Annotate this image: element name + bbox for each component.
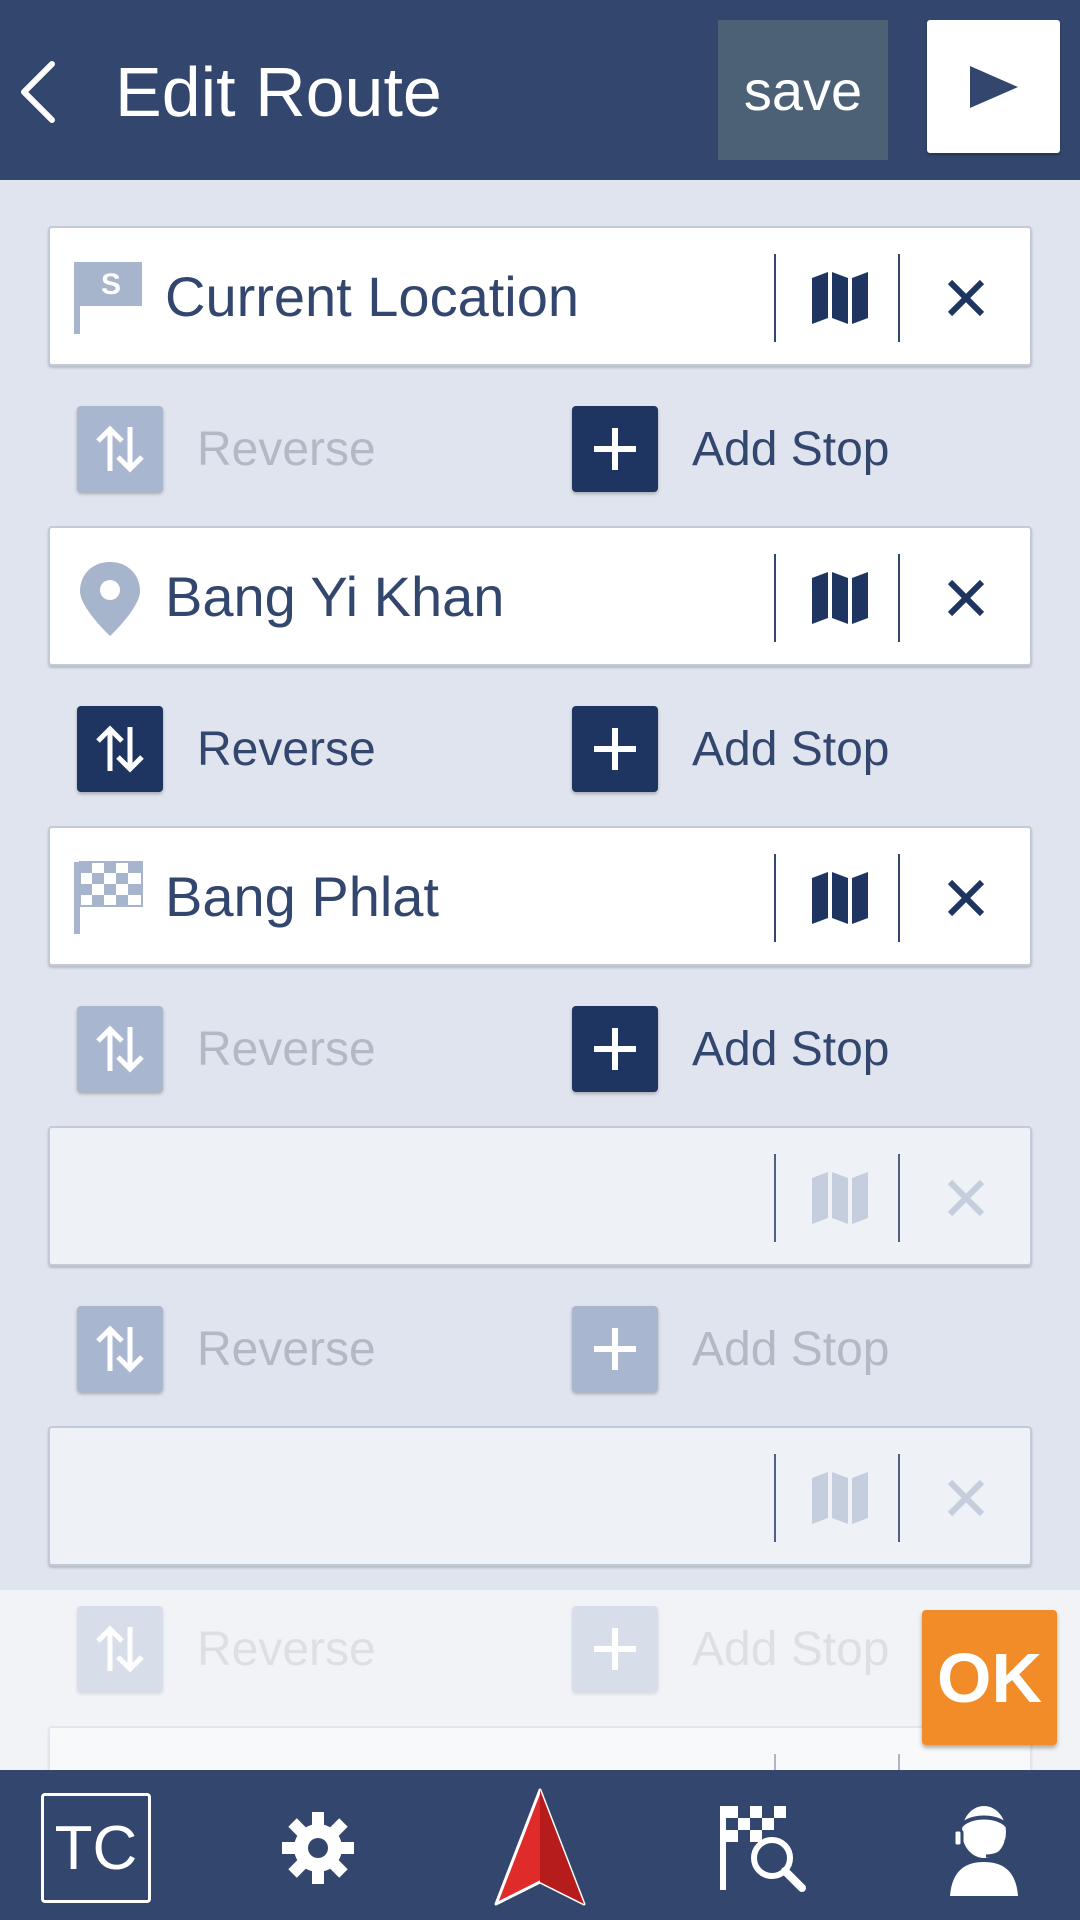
divider — [898, 254, 900, 342]
checkered-flag-icon — [74, 861, 143, 934]
close-icon[interactable] — [938, 1170, 994, 1226]
support-agent-icon — [950, 1806, 1018, 1896]
plus-icon — [594, 728, 636, 770]
divider — [774, 254, 776, 342]
reverse-button[interactable]: Reverse — [77, 1006, 376, 1092]
save-button[interactable]: save — [718, 20, 888, 160]
add-stop-label: Add Stop — [692, 1322, 890, 1376]
reverse-label: Reverse — [197, 1622, 376, 1676]
reverse-label: Reverse — [197, 422, 376, 476]
empty-stop-row[interactable] — [48, 1126, 1032, 1266]
add-stop-label: Add Stop — [692, 722, 890, 776]
stop-name: Current Location — [165, 265, 580, 328]
add-stop-label: Add Stop — [692, 422, 890, 476]
route-search-icon — [720, 1806, 806, 1892]
stop-name: Bang Yi Khan — [165, 565, 505, 628]
ok-button[interactable]: OK — [922, 1610, 1057, 1745]
add-stop-label: Add Stop — [692, 1022, 890, 1076]
empty-stop-row[interactable] — [48, 1726, 1032, 1770]
divider — [898, 1754, 900, 1770]
page-title: Edit Route — [115, 53, 442, 131]
add-stop-button[interactable]: Add Stop — [572, 406, 889, 492]
stop-name: Bang Phlat — [165, 865, 439, 928]
swap-vertical-icon — [96, 425, 144, 473]
tc-button[interactable]: TC — [36, 1788, 156, 1908]
close-icon[interactable] — [938, 870, 994, 926]
route-stop-row[interactable]: S Current Location — [48, 226, 1032, 366]
add-stop-button[interactable]: Add Stop — [572, 1606, 889, 1692]
divider — [898, 554, 900, 642]
settings-button[interactable] — [258, 1788, 378, 1908]
add-stop-button[interactable]: Add Stop — [572, 706, 889, 792]
plus-icon — [594, 428, 636, 470]
reverse-button[interactable]: Reverse — [77, 406, 376, 492]
add-stop-button[interactable]: Add Stop — [572, 1306, 889, 1392]
divider — [774, 1154, 776, 1242]
tc-icon: TC — [41, 1793, 151, 1903]
map-icon[interactable] — [810, 268, 870, 328]
swap-vertical-icon — [96, 1325, 144, 1373]
map-icon[interactable] — [810, 868, 870, 928]
swap-vertical-icon — [96, 725, 144, 773]
location-pin-icon — [80, 562, 140, 636]
reverse-button[interactable]: Reverse — [77, 706, 376, 792]
swap-vertical-icon — [96, 1025, 144, 1073]
map-icon[interactable] — [810, 568, 870, 628]
reverse-button[interactable]: Reverse — [77, 1606, 376, 1692]
divider — [774, 554, 776, 642]
app-header: Edit Route save — [0, 0, 1080, 180]
divider — [898, 1454, 900, 1542]
divider — [774, 1454, 776, 1542]
support-button[interactable] — [924, 1788, 1044, 1908]
back-button[interactable] — [14, 58, 64, 126]
plus-icon — [594, 1628, 636, 1670]
add-stop-button[interactable]: Add Stop — [572, 1006, 889, 1092]
reverse-button[interactable]: Reverse — [77, 1306, 376, 1392]
swap-vertical-icon — [96, 1625, 144, 1673]
start-navigation-button[interactable] — [927, 20, 1060, 153]
add-stop-label: Add Stop — [692, 1622, 890, 1676]
start-badge: S — [101, 268, 121, 301]
reverse-label: Reverse — [197, 1022, 376, 1076]
reverse-label: Reverse — [197, 1322, 376, 1376]
close-icon[interactable] — [938, 570, 994, 626]
navigation-button[interactable] — [480, 1788, 600, 1908]
map-icon[interactable] — [810, 1468, 870, 1528]
close-icon[interactable] — [938, 270, 994, 326]
route-stop-row[interactable]: Bang Yi Khan — [48, 526, 1032, 666]
map-icon[interactable] — [810, 1168, 870, 1228]
plus-icon — [594, 1328, 636, 1370]
navigation-arrow-icon — [494, 1788, 586, 1906]
divider — [898, 1154, 900, 1242]
plus-icon — [594, 1028, 636, 1070]
bottom-navigation: TC — [0, 1770, 1080, 1920]
empty-stop-row[interactable] — [48, 1426, 1032, 1566]
divider — [774, 854, 776, 942]
gear-icon — [282, 1812, 354, 1884]
route-stop-row[interactable]: Bang Phlat — [48, 826, 1032, 966]
start-flag-icon: S — [74, 262, 142, 334]
play-icon — [969, 65, 1018, 108]
divider — [774, 1754, 776, 1770]
route-stop-list: S Current Location Reverse Add Stop Bang… — [0, 180, 1080, 1770]
divider — [898, 854, 900, 942]
chevron-left-icon — [21, 61, 55, 123]
close-icon[interactable] — [938, 1470, 994, 1526]
reverse-label: Reverse — [197, 722, 376, 776]
route-search-button[interactable] — [702, 1788, 822, 1908]
